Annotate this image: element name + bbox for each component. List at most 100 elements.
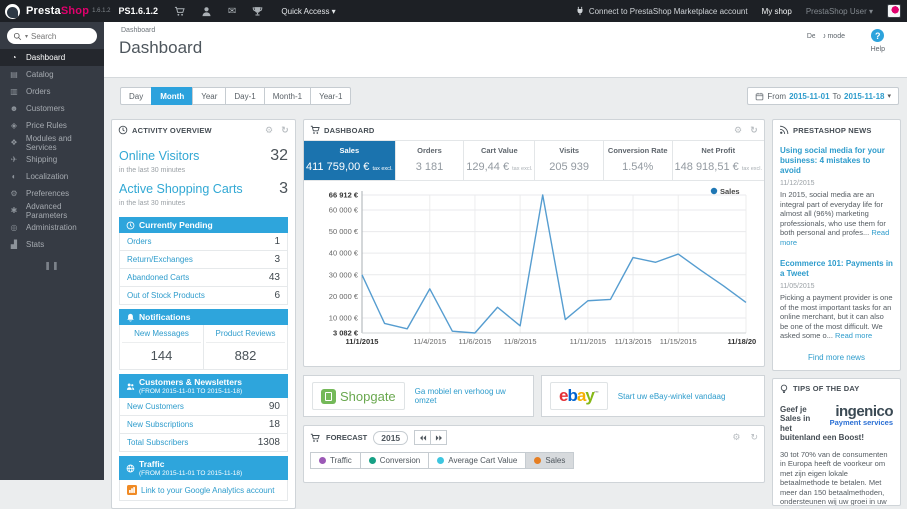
orders-icon: ▥ xyxy=(10,87,18,96)
prestashop-logo[interactable] xyxy=(5,3,20,19)
sidebar-item-orders[interactable]: ▥ Orders xyxy=(0,83,104,100)
sidebar-item-shipping[interactable]: ✈ Shipping xyxy=(0,151,104,168)
page-title: Dashboard xyxy=(119,38,203,57)
out-of-stock-link[interactable]: Out of Stock Products xyxy=(127,291,205,300)
breadcrumb[interactable]: Dashboard xyxy=(121,27,155,34)
customers-newsletters-header: Customers & Newsletters (FROM 2015-11-01 … xyxy=(119,374,288,398)
ebay-link[interactable]: Start uw eBay-winkel vandaag xyxy=(618,392,726,401)
shopgate-link[interactable]: Ga mobiel en verhoog uw omzet xyxy=(415,387,525,405)
sidebar-item-advanced-parameters[interactable]: ✱ Advanced Parameters xyxy=(0,202,104,220)
kpi-orders[interactable]: Orders 3 181 xyxy=(396,141,465,180)
plug-icon xyxy=(575,6,585,16)
search-input[interactable] xyxy=(31,31,84,41)
sidebar-item-price-rules[interactable]: ◈ Price Rules xyxy=(0,117,104,134)
sidebar-item-modules[interactable]: ❖ Modules and Services xyxy=(0,134,104,152)
forecast-next-button[interactable] xyxy=(430,430,448,445)
help-icon[interactable]: ? xyxy=(871,29,885,42)
sidebar-search[interactable]: ▾ xyxy=(7,28,97,44)
shopgate-promo-card: Shopgate Ga mobiel en verhoog uw omzet xyxy=(303,375,534,417)
cart-icon[interactable] xyxy=(174,6,185,17)
panel-title: PRESTASHOP NEWS xyxy=(793,125,872,135)
read-more-link[interactable]: Read more xyxy=(835,331,872,340)
range-day-button[interactable]: Day xyxy=(120,87,153,105)
news-title-link[interactable]: Ecommerce 101: Payments in a Tweet xyxy=(780,259,893,279)
toggle-sales[interactable]: Sales xyxy=(525,452,575,469)
cart-icon xyxy=(310,433,320,443)
currently-pending-header: Currently Pending xyxy=(119,217,288,233)
sidebar: ▾ ◔Dashboard ▤Catalog ▥Orders ☻Customers… xyxy=(0,22,104,480)
gear-icon[interactable]: ⚙ xyxy=(734,125,742,135)
new-customers-link[interactable]: New Customers xyxy=(127,402,184,411)
svg-text:66 912 €: 66 912 € xyxy=(329,191,359,200)
quick-access-menu[interactable]: Quick Access ▾ xyxy=(281,7,335,16)
sidebar-item-customers[interactable]: ☻ Customers xyxy=(0,100,104,117)
abandoned-carts-link[interactable]: Abandoned Carts xyxy=(127,273,189,282)
range-month-button[interactable]: Month xyxy=(151,87,194,105)
topbar: PrestaShop 1.6.1.2 PS1.6.1.2 ✉ Quick Acc… xyxy=(0,0,907,22)
panel-title: TIPS OF THE DAY xyxy=(793,384,860,393)
svg-text:11/1/2015: 11/1/2015 xyxy=(346,337,379,346)
kpi-strip: Sales 411 759,00 € tax excl. Orders 3 181 … xyxy=(304,140,764,181)
activity-overview-panel: ACTIVITY OVERVIEW ⚙ ↻ Online Visitors in… xyxy=(111,119,296,509)
toggle-average-cart-value[interactable]: Average Cart Value xyxy=(428,452,527,469)
online-visitors-link[interactable]: Online Visitors xyxy=(119,149,199,163)
new-messages-cell[interactable]: New Messages 144 xyxy=(120,325,203,369)
my-shop-link[interactable]: My shop xyxy=(762,7,792,16)
refresh-icon[interactable]: ↻ xyxy=(750,125,758,135)
customer-icon[interactable] xyxy=(201,6,212,17)
ebay-promo-card: ebay™ Start uw eBay-winkel vandaag xyxy=(541,375,765,417)
total-subscribers-link[interactable]: Total Subscribers xyxy=(127,438,188,447)
google-analytics-row: Link to your Google Analytics account xyxy=(119,480,288,501)
search-scope-caret[interactable]: ▾ xyxy=(25,33,28,40)
sidebar-item-localization[interactable]: ◐ Localization xyxy=(0,168,104,185)
sidebar-item-administration[interactable]: ◎ Administration xyxy=(0,219,104,236)
toggle-traffic[interactable]: Traffic xyxy=(310,452,361,469)
forecast-prev-button[interactable] xyxy=(414,430,432,445)
news-title-link[interactable]: Using social media for your business: 4 … xyxy=(780,146,893,176)
refresh-icon[interactable]: ↻ xyxy=(281,125,289,135)
find-more-news-link[interactable]: Find more news xyxy=(780,353,893,362)
chevron-down-icon: ▾ xyxy=(887,93,891,100)
abandoned-carts-row: Abandoned Carts 43 xyxy=(119,269,288,287)
user-menu[interactable]: PrestaShop User ▾ xyxy=(806,7,873,16)
sidebar-item-dashboard[interactable]: ◔ Dashboard xyxy=(0,49,104,66)
svg-text:30 000 €: 30 000 € xyxy=(329,270,359,279)
sidebar-collapse-icon[interactable]: ❚❚ xyxy=(0,261,104,270)
pending-returns-link[interactable]: Return/Exchanges xyxy=(127,255,193,264)
envelope-icon[interactable]: ✉ xyxy=(228,6,236,17)
new-subscriptions-link[interactable]: New Subscriptions xyxy=(127,420,193,429)
range-month-1-button[interactable]: Month-1 xyxy=(263,87,312,105)
range-year-button[interactable]: Year xyxy=(192,87,227,105)
svg-text:20 000 €: 20 000 € xyxy=(329,292,359,301)
trophy-icon[interactable] xyxy=(252,6,263,17)
refresh-icon[interactable]: ↻ xyxy=(750,432,758,443)
sidebar-item-preferences[interactable]: ⚙ Preferences xyxy=(0,185,104,202)
pending-orders-link[interactable]: Orders xyxy=(127,237,151,246)
date-range-picker[interactable]: From 2015-11-01 To 2015-11-18 ▾ xyxy=(747,87,899,105)
range-day-1-button[interactable]: Day-1 xyxy=(225,87,265,105)
sidebar-item-catalog[interactable]: ▤ Catalog xyxy=(0,66,104,83)
google-analytics-link[interactable]: Link to your Google Analytics account xyxy=(141,486,274,495)
toolbar: Day Month Year Day-1 Month-1 Year-1 From… xyxy=(104,78,907,119)
sidebar-item-stats[interactable]: ▟ Stats xyxy=(0,236,104,253)
kpi-sales[interactable]: Sales 411 759,00 € tax excl. xyxy=(304,141,396,180)
svg-text:50 000 €: 50 000 € xyxy=(329,227,359,236)
kpi-visits[interactable]: Visits 205 939 xyxy=(535,141,604,180)
avatar[interactable] xyxy=(887,4,901,18)
marketplace-link[interactable]: Connect to PrestaShop Marketplace accoun… xyxy=(575,6,748,16)
chevron-down-icon: ▾ xyxy=(868,6,873,16)
range-year-1-button[interactable]: Year-1 xyxy=(310,87,352,105)
toggle-conversion[interactable]: Conversion xyxy=(359,452,430,469)
kpi-cart-value[interactable]: Cart Value 129,44 € tax excl. xyxy=(464,141,536,180)
gear-icon[interactable]: ⚙ xyxy=(732,432,740,443)
product-reviews-cell[interactable]: Product Reviews 882 xyxy=(203,325,287,369)
svg-text:10 000 €: 10 000 € xyxy=(329,314,359,323)
prestashop-admin-dashboard: { "icons": {"gear":"⚙","refresh":"↻","ca… xyxy=(0,0,907,509)
kpi-net-profit[interactable]: Net Profit 148 918,51 € tax excl. xyxy=(673,141,764,180)
gear-icon[interactable]: ⚙ xyxy=(265,125,273,135)
help-control: ? Help xyxy=(871,29,885,53)
svg-text:11/11/2015: 11/11/2015 xyxy=(570,337,606,346)
kpi-conversion-rate[interactable]: Conversion Rate 1.54% xyxy=(604,141,673,180)
active-carts-link[interactable]: Active Shopping Carts xyxy=(119,182,243,196)
search-icon xyxy=(13,32,22,41)
